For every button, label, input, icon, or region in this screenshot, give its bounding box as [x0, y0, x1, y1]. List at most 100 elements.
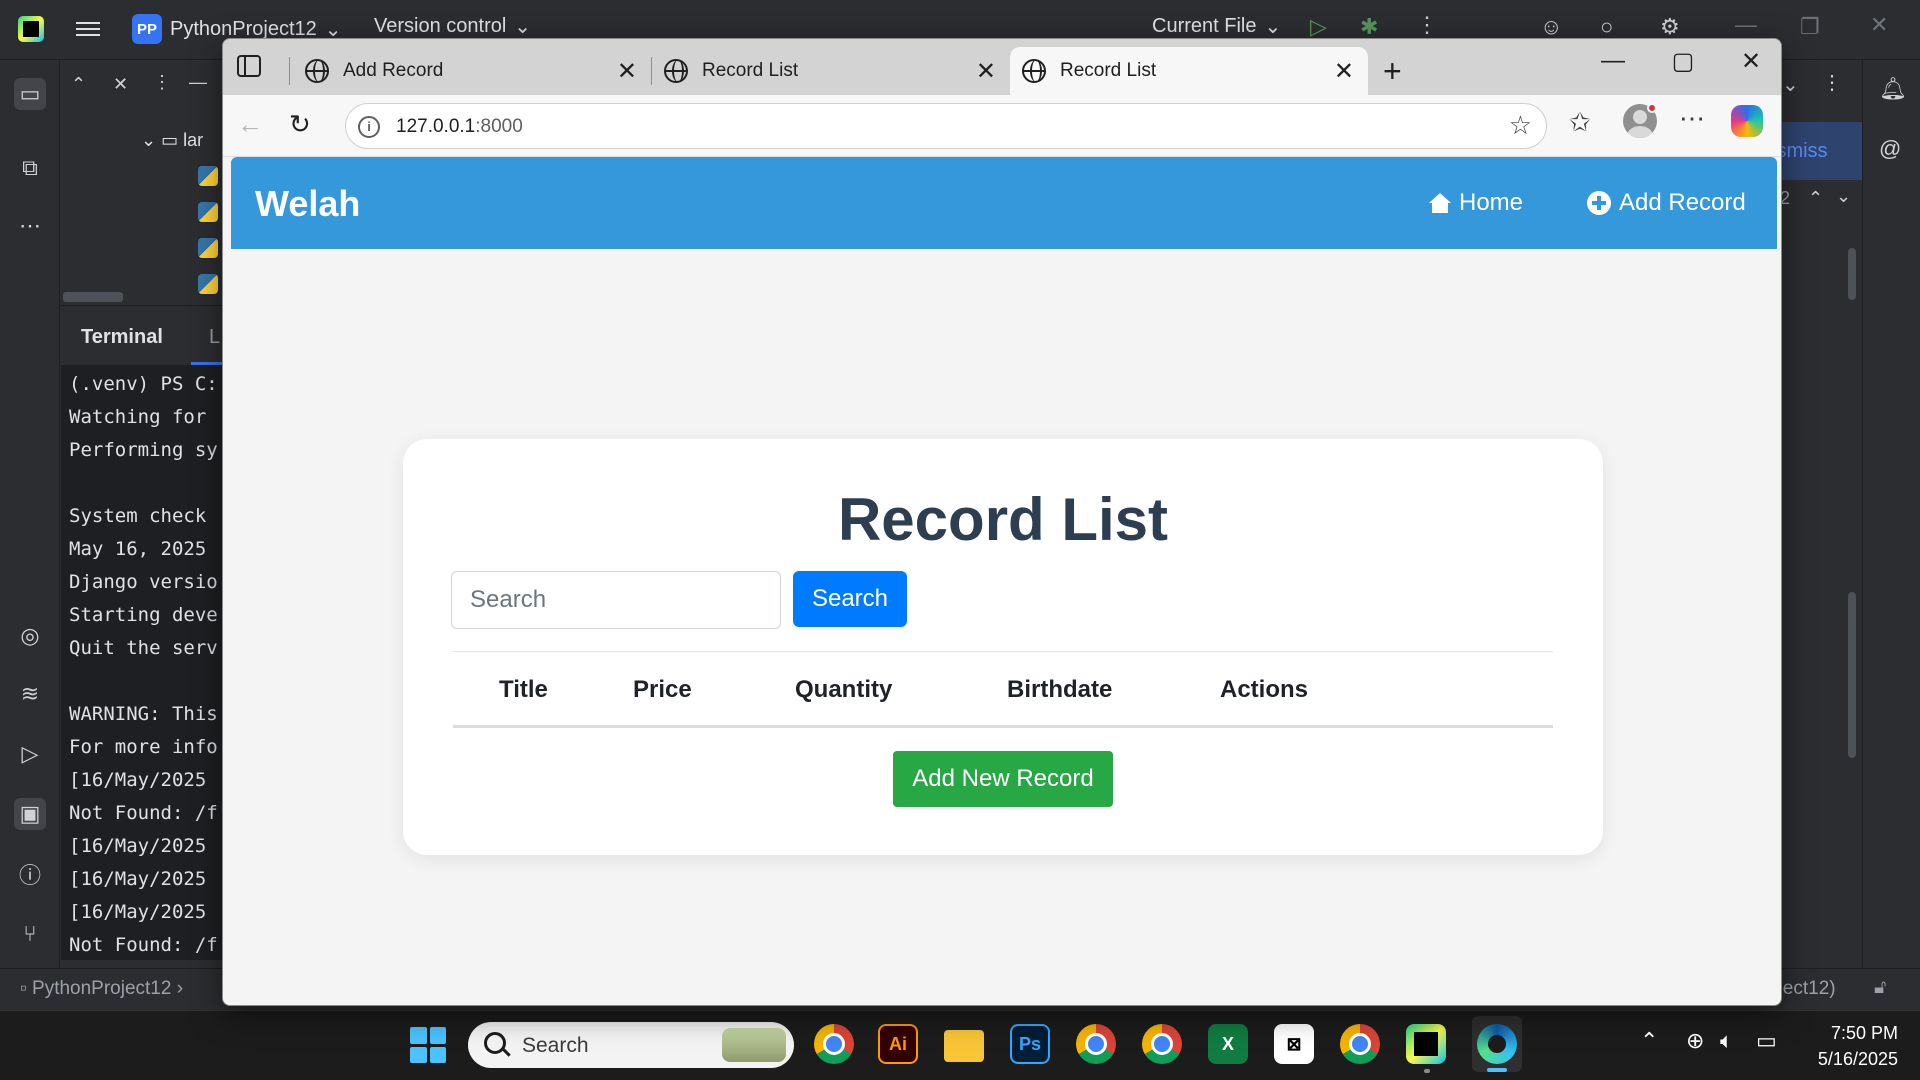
maximize-window-icon[interactable]: ▢ — [1663, 47, 1703, 76]
nav-home-link[interactable]: Home — [1429, 189, 1523, 217]
terminal-output[interactable]: (.venv) PS C: Watching for Performing sy Sy… — [61, 365, 231, 960]
clock-time: 7:50 PM — [1830, 1023, 1898, 1043]
project-folder-icon[interactable]: ▭ — [14, 78, 46, 110]
more-actions-icon[interactable]: ⋮ — [1416, 12, 1438, 38]
search-input[interactable] — [451, 571, 781, 629]
search-icon — [484, 1032, 506, 1054]
chrome-profile-2-icon[interactable] — [1142, 1024, 1182, 1064]
show-hidden-icons-icon[interactable]: ⌃ — [1640, 1028, 1658, 1054]
search-icon[interactable]: ○ — [1600, 14, 1613, 40]
settings-icon[interactable]: ⚙ — [1660, 14, 1680, 40]
volume-icon[interactable]: 🔈︎ — [1720, 1028, 1733, 1054]
close-tab-icon[interactable]: ✕ — [617, 57, 637, 86]
python-file-icon[interactable] — [198, 166, 218, 186]
refresh-icon[interactable]: ↻ — [289, 109, 311, 140]
chrome-profile-icon[interactable] — [1076, 1024, 1116, 1064]
run-icon[interactable]: ▷ — [1310, 14, 1327, 40]
windows-start-icon[interactable] — [410, 1027, 446, 1063]
status-breadcrumb[interactable]: ▫ PythonProject12 › — [20, 978, 183, 1000]
taskbar-search[interactable]: Search — [468, 1022, 794, 1068]
close-icon[interactable]: ✕ — [1870, 12, 1888, 38]
ai-assistant-icon[interactable]: @ — [1879, 136, 1901, 162]
tab-record-list[interactable]: Record List ✕ — [652, 47, 1010, 95]
file-explorer-icon[interactable] — [944, 1030, 984, 1062]
site-brand[interactable]: Welah — [255, 183, 360, 225]
copilot-icon[interactable] — [1731, 105, 1763, 137]
run-config-selector[interactable]: Current File ⌄ — [1152, 14, 1281, 39]
previous-occurrence-icon[interactable]: ⌃ — [1808, 188, 1823, 209]
excel-icon[interactable]: X — [1208, 1024, 1248, 1064]
notifications-icon[interactable]: 🔔︎ — [1879, 76, 1907, 102]
edge-browser-window: Add Record ✕ Record List ✕ Record List ✕… — [222, 38, 1782, 1006]
more-actions-icon[interactable]: ⋮ — [1822, 70, 1842, 95]
column-header-price: Price — [633, 676, 692, 703]
network-icon[interactable]: ⊕ — [1686, 1028, 1704, 1054]
address-bar[interactable]: i 127.0.0.1:8000 ☆ — [345, 103, 1547, 149]
table-header-border — [453, 725, 1553, 728]
options-icon[interactable]: ⋮ — [153, 72, 171, 93]
close-tab-icon[interactable]: ✕ — [1334, 57, 1354, 86]
photoshop-icon[interactable]: Ps — [1010, 1024, 1050, 1064]
expand-all-icon[interactable]: ⌃ — [71, 74, 86, 95]
chevron-down-icon[interactable]: ⌄ — [1782, 72, 1799, 97]
terminal-icon[interactable]: ▣ — [14, 798, 46, 830]
python-file-icon[interactable] — [198, 238, 218, 258]
git-icon[interactable]: ⑂ — [14, 918, 46, 950]
tab-title: Add Record — [343, 60, 444, 81]
minimize-icon[interactable]: — — [1735, 12, 1757, 38]
terminal-line: WARNING: This — [69, 703, 218, 725]
close-tab-icon[interactable]: ✕ — [976, 57, 996, 86]
python-file-icon[interactable] — [198, 202, 218, 222]
taskbar-clock[interactable]: 7:50 PM 5/16/2025 — [1808, 1020, 1898, 1072]
settings-menu-icon[interactable]: ⋯ — [1679, 103, 1705, 134]
chrome-profile-3-icon[interactable] — [1340, 1024, 1380, 1064]
home-icon — [1429, 193, 1451, 213]
back-icon[interactable]: ← — [237, 109, 263, 140]
terminal-line: May 16, 2025 — [69, 538, 207, 560]
url-text[interactable]: 127.0.0.1:8000 — [396, 116, 523, 138]
restore-icon[interactable]: ❐ — [1800, 14, 1820, 40]
layers-icon[interactable]: ≋ — [14, 678, 46, 710]
favorites-icon[interactable]: ✩ — [1569, 107, 1591, 138]
minimize-window-icon[interactable]: — — [1593, 47, 1633, 75]
capcut-icon[interactable]: ⊠ — [1274, 1024, 1314, 1064]
horizontal-scrollbar[interactable] — [63, 292, 123, 302]
tab-add-record[interactable]: Add Record ✕ — [293, 47, 651, 95]
structure-icon[interactable]: ⧉ — [14, 152, 46, 184]
tab-terminal[interactable]: Terminal — [81, 326, 163, 349]
battery-icon[interactable]: ▭ — [1756, 1028, 1777, 1054]
add-new-record-button[interactable]: Add New Record — [893, 751, 1113, 807]
lock-icon[interactable]: 🔓︎ — [1874, 977, 1886, 999]
hide-panel-icon[interactable]: — — [189, 72, 207, 93]
version-control-menu[interactable]: Version control ⌄ — [374, 14, 531, 39]
chrome-icon[interactable] — [814, 1024, 854, 1064]
tab-local[interactable]: L — [209, 326, 220, 349]
project-badge: PP — [132, 14, 162, 44]
terminal-scrollbar[interactable] — [1848, 592, 1856, 758]
illustrator-icon[interactable]: Ai — [878, 1024, 918, 1064]
tab-actions-icon[interactable] — [237, 55, 261, 77]
pycharm-taskbar-icon[interactable] — [1406, 1024, 1446, 1064]
search-button[interactable]: Search — [793, 571, 907, 627]
close-window-icon[interactable]: ✕ — [1731, 47, 1771, 76]
services-icon[interactable]: ▷ — [14, 738, 46, 770]
main-menu-icon[interactable] — [76, 18, 100, 40]
account-icon[interactable]: ☺ — [1540, 14, 1562, 40]
tab-record-list-active[interactable]: Record List ✕ — [1010, 47, 1368, 95]
globe-icon — [305, 59, 329, 83]
site-info-icon[interactable]: i — [358, 116, 380, 138]
next-occurrence-icon[interactable]: ⌄ — [1836, 186, 1851, 207]
python-file-icon[interactable] — [198, 274, 218, 294]
edge-icon[interactable] — [1477, 1024, 1517, 1064]
new-tab-icon[interactable]: + — [1383, 53, 1402, 90]
favorite-star-icon[interactable]: ☆ — [1509, 110, 1532, 141]
table-header-row: Title Price Quantity Birthdate Actions — [453, 652, 1553, 726]
nav-add-record-link[interactable]: Add Record — [1587, 189, 1746, 217]
python-console-icon[interactable]: ◎ — [14, 620, 46, 652]
editor-scrollbar[interactable] — [1848, 248, 1856, 300]
collapse-all-icon[interactable]: ✕ — [113, 74, 128, 95]
debug-icon[interactable]: ✱ — [1360, 14, 1378, 40]
tree-folder-row[interactable]: ⌄ ▭ lar — [141, 130, 203, 151]
more-tools-icon[interactable]: ⋯ — [14, 210, 46, 242]
problems-icon[interactable]: ⓘ — [14, 858, 46, 890]
